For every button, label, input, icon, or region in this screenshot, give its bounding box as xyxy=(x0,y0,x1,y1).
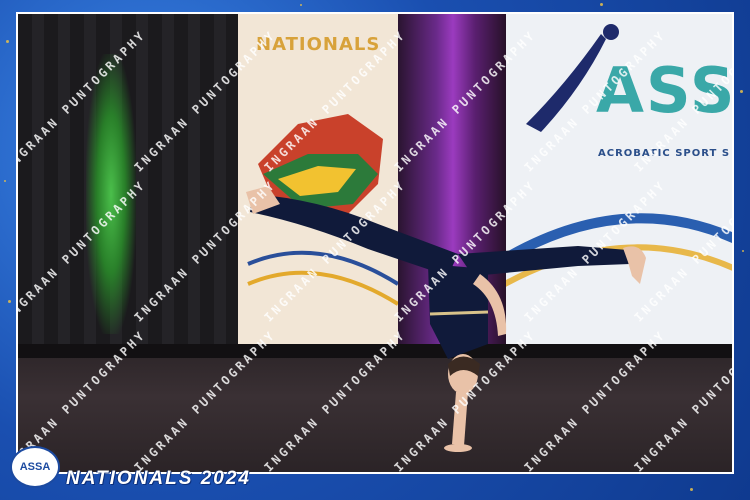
glitter-speck xyxy=(600,3,603,6)
gymnast-performer xyxy=(246,186,646,452)
glitter-speck xyxy=(4,180,6,182)
performance-photo: NATIONALS ASSA ACROBATIC SPORT S xyxy=(16,12,734,474)
glitter-speck xyxy=(690,488,693,491)
glitter-speck xyxy=(742,250,744,252)
glitter-speck xyxy=(6,40,9,43)
glitter-speck xyxy=(740,90,743,93)
glitter-speck xyxy=(300,4,302,6)
event-title: NATIONALS 2024 xyxy=(66,468,251,489)
assa-logo-badge: ASSA xyxy=(10,446,60,488)
glitter-speck xyxy=(8,300,11,303)
